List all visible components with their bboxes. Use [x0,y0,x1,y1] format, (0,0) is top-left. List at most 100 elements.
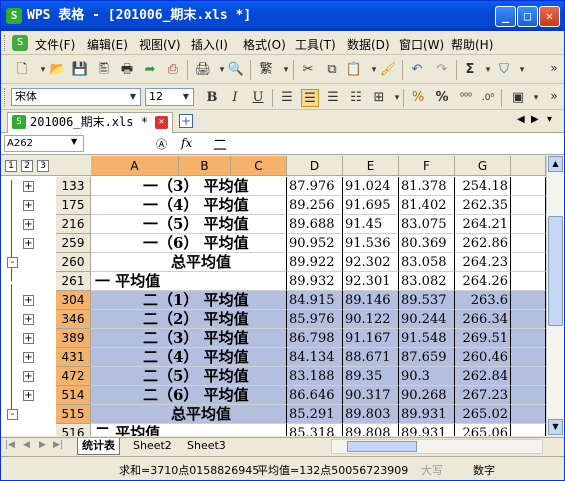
cell-d[interactable]: 84.915 [287,291,343,310]
column-header-d[interactable]: D [287,156,343,176]
cell-g[interactable]: 264.21 [455,215,511,234]
new-file-icon[interactable]: 🗋 [13,61,31,79]
expand-group-icon[interactable]: + [23,390,34,401]
cell-h[interactable] [511,405,546,424]
copy-icon[interactable]: ⧉ [323,61,341,79]
cell-h[interactable] [511,291,546,310]
cell-label[interactable]: 二（4） 平均值 [91,348,287,367]
sheet-tab-stats[interactable]: 统计表 [77,438,120,455]
row-header[interactable]: 515 [56,405,91,424]
cell-h[interactable] [511,253,546,272]
currency-icon[interactable]: % [409,89,427,107]
cell-g[interactable]: 264.23 [455,253,511,272]
cell-e[interactable]: 90.317 [343,386,399,405]
align-center-icon[interactable]: ☰ [301,89,319,107]
horizontal-scroll-thumb[interactable] [347,441,417,452]
row-header[interactable]: 260 [56,253,91,272]
menu-insert[interactable]: 插入(I) [191,36,228,53]
cell-h[interactable] [511,215,546,234]
print-icon[interactable]: 🖨 [194,61,212,79]
row-header[interactable]: 261 [56,272,91,291]
row-header[interactable]: 431 [56,348,91,367]
cell-e[interactable]: 89.808 [343,424,399,436]
align-right-icon[interactable]: ☰ [324,89,342,107]
row-header[interactable]: 389 [56,329,91,348]
cell-label[interactable]: 二（3） 平均值 [91,329,287,348]
sheet-tab-sheet3[interactable]: Sheet3 [183,438,230,455]
format-painter-icon[interactable]: 🖌 [379,61,397,79]
cell-label[interactable]: 一（5） 平均值 [91,215,287,234]
cell-label[interactable]: 一（6） 平均值 [91,234,287,253]
scroll-down-icon[interactable]: ▼ [548,419,563,435]
cell-e[interactable]: 91.167 [343,329,399,348]
borders-icon[interactable]: ▣ [509,89,527,107]
formula-input[interactable]: 二 [213,135,227,155]
cell-label[interactable]: 一 平均值 [91,272,287,291]
cell-g[interactable]: 254.18 [455,177,511,196]
cell-label[interactable]: 二（5） 平均值 [91,367,287,386]
cell-d[interactable]: 85.318 [287,424,343,436]
last-sheet-icon[interactable]: ▶| [53,440,63,450]
expand-group-icon[interactable]: + [23,295,34,306]
bold-button[interactable]: B [203,89,221,107]
cell-d[interactable]: 87.976 [287,177,343,196]
align-left-icon[interactable]: ☰ [278,89,296,107]
expand-group-icon[interactable]: + [23,314,34,325]
menu-tools[interactable]: 工具(T) [295,36,336,53]
cell-h[interactable] [511,272,546,291]
cell-d[interactable]: 89.256 [287,196,343,215]
maximize-button[interactable]: □ [517,6,538,27]
scroll-thumb[interactable] [548,216,563,326]
toolbar-overflow-icon[interactable]: » [545,87,563,105]
cell-f[interactable]: 81.402 [399,196,455,215]
cell-h[interactable] [511,386,546,405]
redo-icon[interactable]: ↷ [433,61,451,79]
cell-e[interactable]: 88.671 [343,348,399,367]
cell-label[interactable]: 总平均值 [91,253,287,272]
new-tab-icon[interactable]: + [179,114,193,128]
menu-help[interactable]: 帮助(H) [451,36,493,53]
collapse-group-icon[interactable]: - [7,257,18,268]
row-header[interactable]: 216 [56,215,91,234]
column-header-e[interactable]: E [343,156,399,176]
outline-level-1-button[interactable]: 1 [5,160,17,172]
dropdown-arrow-icon[interactable]: ▾ [527,89,545,107]
underline-button[interactable]: U [249,89,267,107]
menu-window[interactable]: 窗口(W) [399,36,444,53]
cell-e[interactable]: 91.024 [343,177,399,196]
cell-h[interactable] [511,329,546,348]
traditional-chinese-icon[interactable]: 繁 [257,61,275,79]
cell-d[interactable]: 83.188 [287,367,343,386]
cell-h[interactable] [511,310,546,329]
row-header[interactable]: 304 [56,291,91,310]
cell-e[interactable]: 89.35 [343,367,399,386]
cell-f[interactable]: 89.931 [399,405,455,424]
cell-e[interactable]: 91.45 [343,215,399,234]
close-tab-icon[interactable]: ✕ [155,116,168,129]
toolbar-overflow-icon[interactable]: » [545,59,563,77]
open-folder-icon[interactable]: 📂 [49,61,67,79]
column-header-a[interactable]: A [91,156,179,176]
save-icon[interactable]: 💾 [71,61,89,79]
menu-file[interactable]: 文件(F) [35,36,75,53]
row-header[interactable]: 472 [56,367,91,386]
menu-view[interactable]: 视图(V) [139,36,181,53]
document-icon[interactable]: S [12,35,28,51]
expand-group-icon[interactable]: + [23,200,34,211]
expand-group-icon[interactable]: + [23,219,34,230]
cell-e[interactable]: 89.803 [343,405,399,424]
column-header-h[interactable] [511,156,546,176]
cell-f[interactable]: 89.931 [399,424,455,436]
cell-e[interactable]: 91.695 [343,196,399,215]
cell-d[interactable]: 89.688 [287,215,343,234]
row-header[interactable]: 346 [56,310,91,329]
tab-scroll-left-icon[interactable]: ◀ [517,114,525,125]
cell-e[interactable]: 90.122 [343,310,399,329]
cell-h[interactable] [511,177,546,196]
row-header[interactable]: 514 [56,386,91,405]
dropdown-arrow-icon[interactable]: ▾ [513,61,531,79]
permission-icon[interactable]: 🖶 [118,61,136,79]
cell-d[interactable]: 89.922 [287,253,343,272]
row-header[interactable]: 259 [56,234,91,253]
cell-g[interactable]: 262.86 [455,234,511,253]
